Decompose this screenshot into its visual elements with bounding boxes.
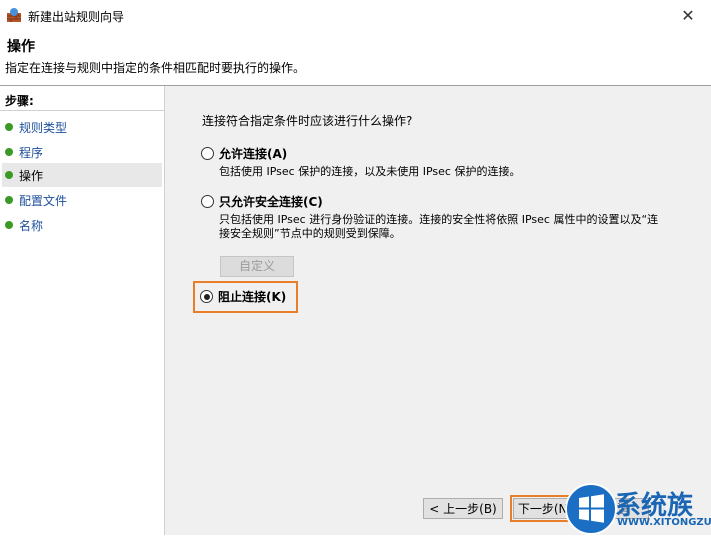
- step-rule-type[interactable]: 规则类型: [2, 115, 162, 139]
- wizard-header: 操作 指定在连接与规则中指定的条件相匹配时要执行的操作。: [0, 31, 711, 86]
- steps-heading: 步骤:: [5, 94, 34, 108]
- allow-connection-label[interactable]: 允许连接(A): [219, 145, 287, 162]
- step-bullet-icon: [5, 148, 13, 156]
- action-panel: 连接符合指定条件时应该进行什么操作? 允许连接(A) 包括使用 IPsec 保护…: [165, 86, 711, 535]
- firewall-icon: [7, 8, 21, 22]
- step-profile[interactable]: 配置文件: [2, 188, 162, 212]
- window-title: 新建出站规则向导: [28, 10, 125, 24]
- title-bar: 新建出站规则向导 ✕: [0, 0, 711, 31]
- block-connection-radio[interactable]: [200, 290, 213, 303]
- customize-button: 自定义: [220, 256, 294, 277]
- back-button[interactable]: < 上一步(B): [423, 498, 503, 519]
- windows-logo-icon: [565, 483, 617, 535]
- step-label: 规则类型: [19, 121, 68, 135]
- step-label: 名称: [19, 219, 44, 233]
- step-bullet-icon: [5, 221, 13, 229]
- step-label: 程序: [19, 146, 44, 160]
- secure-connection-radio[interactable]: [201, 195, 214, 208]
- page-title: 操作: [7, 39, 35, 55]
- step-action[interactable]: 操作: [2, 163, 162, 187]
- step-bullet-icon: [5, 196, 13, 204]
- secure-connection-description: 只包括使用 IPsec 进行身份验证的连接。连接的安全性将依照 IPsec 属性…: [219, 213, 659, 240]
- watermark-logo: 系统族 WWW.XITONGZU.COM: [565, 483, 711, 535]
- watermark-url: WWW.XITONGZU.COM: [617, 517, 711, 528]
- page-description: 指定在连接与规则中指定的条件相匹配时要执行的操作。: [5, 61, 306, 75]
- action-question: 连接符合指定条件时应该进行什么操作?: [202, 114, 413, 128]
- close-button[interactable]: ✕: [665, 0, 711, 31]
- divider: [0, 110, 164, 111]
- allow-connection-radio[interactable]: [201, 147, 214, 160]
- allow-connection-description: 包括使用 IPsec 保护的连接，以及未使用 IPsec 保护的连接。: [219, 165, 521, 178]
- step-label: 配置文件: [19, 194, 68, 208]
- step-bullet-icon: [5, 171, 13, 179]
- secure-connection-label[interactable]: 只允许安全连接(C): [219, 193, 323, 210]
- step-name[interactable]: 名称: [2, 213, 162, 237]
- steps-panel: 步骤: 规则类型 程序 操作 配置文件 名称: [0, 86, 165, 535]
- step-bullet-icon: [5, 123, 13, 131]
- step-program[interactable]: 程序: [2, 140, 162, 164]
- block-connection-label[interactable]: 阻止连接(K): [218, 288, 286, 305]
- step-label: 操作: [19, 169, 44, 183]
